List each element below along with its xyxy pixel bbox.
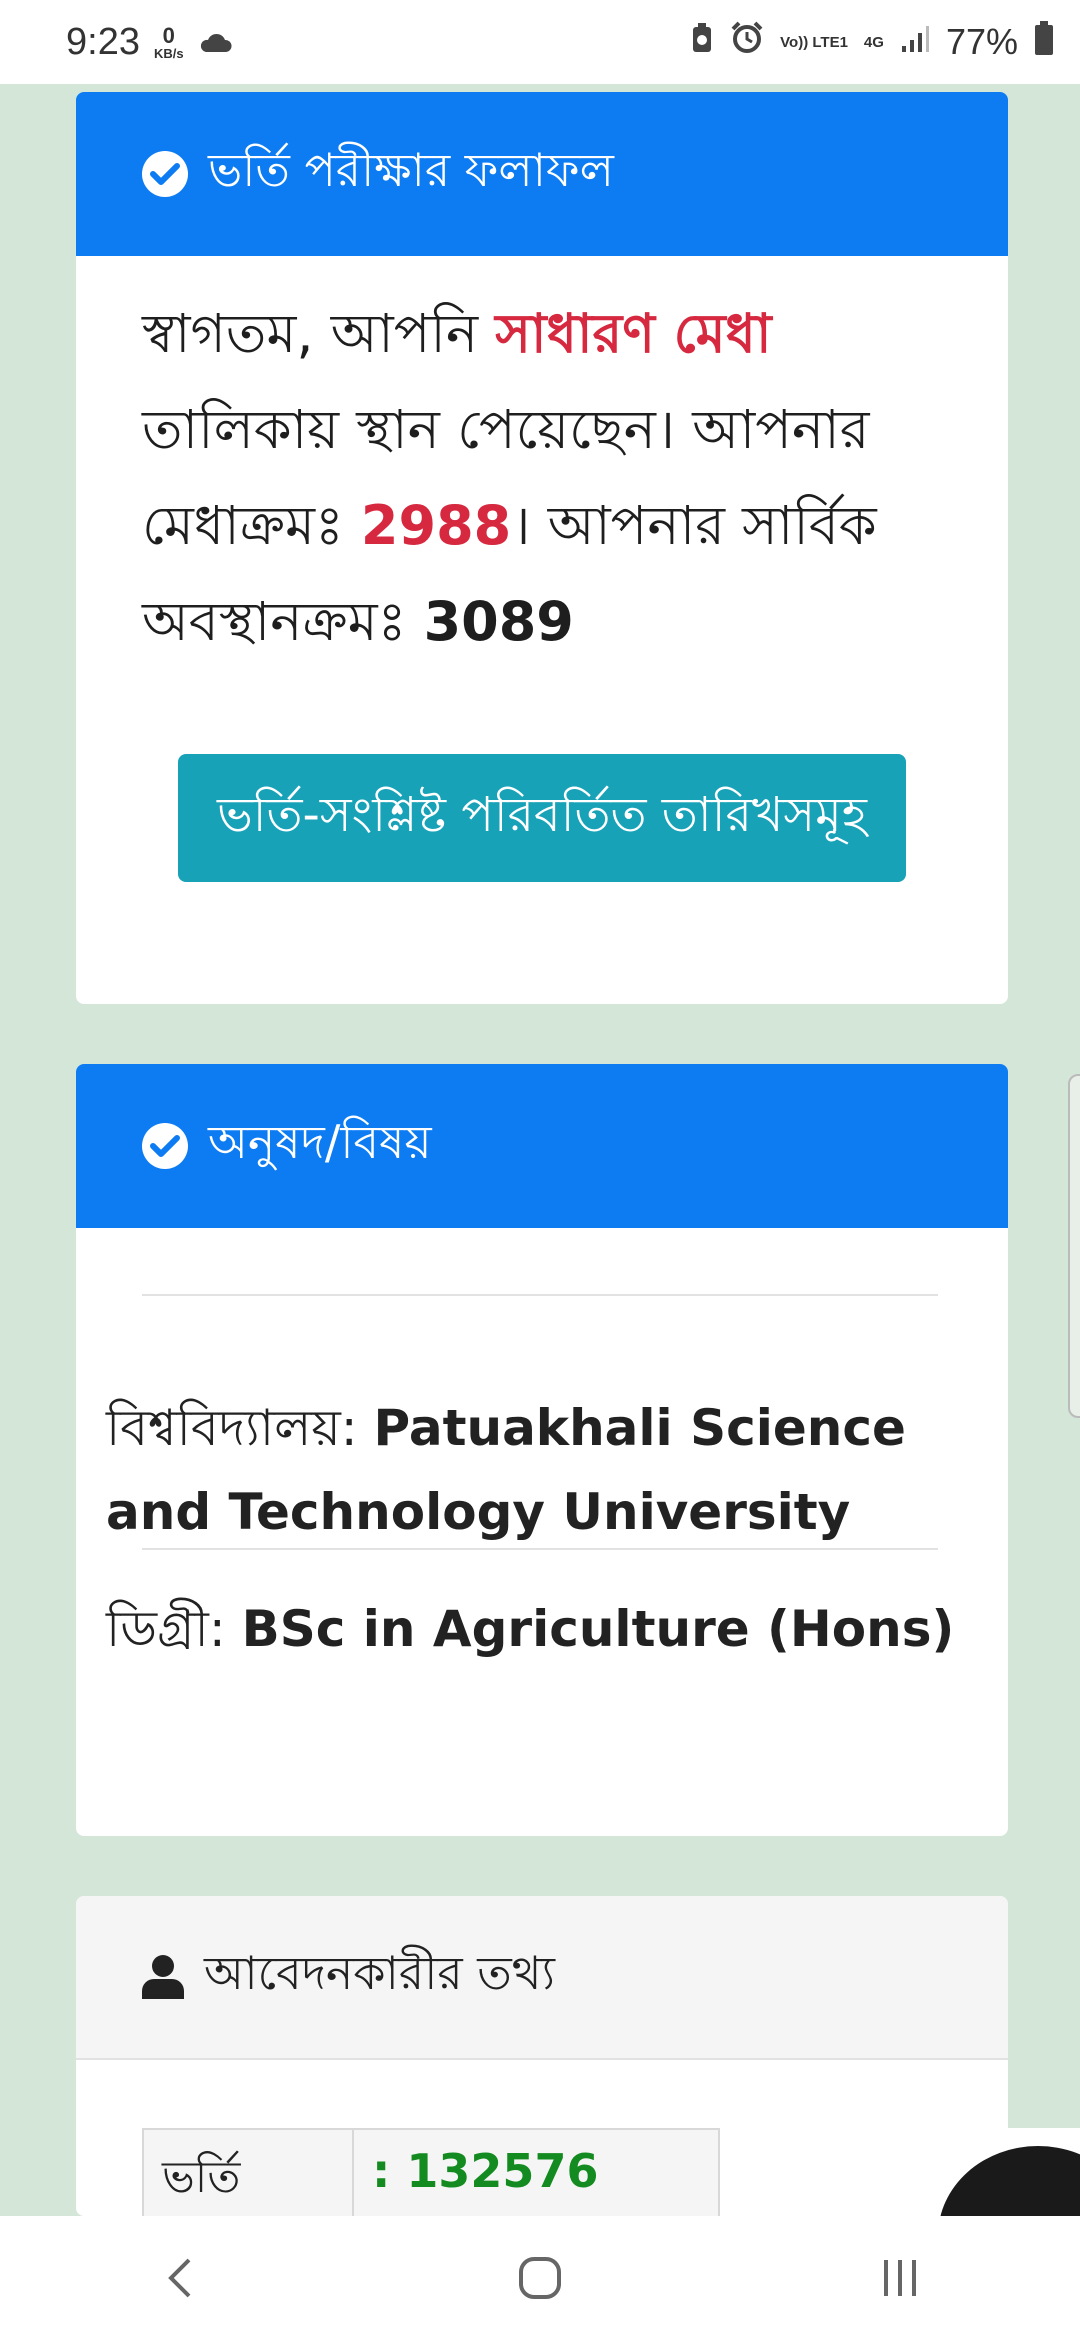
alarm-icon (730, 21, 764, 64)
result-card-header: ভর্তি পরীক্ষার ফলাফল (76, 92, 1008, 256)
home-button[interactable] (480, 2238, 600, 2318)
result-card-title: ভর্তি পরীক্ষার ফলাফল (208, 143, 614, 197)
check-circle-icon (142, 151, 188, 197)
subject-card-header: অনুষদ/বিষয় (76, 1064, 1008, 1228)
merit-rank: 2988 (360, 494, 512, 557)
subject-card-title: অনুষদ/বিষয় (208, 1115, 432, 1169)
check-circle-icon (142, 1123, 188, 1169)
university-label: বিশ্ববিদ্যালয়: (106, 1399, 374, 1457)
scroll-indicator[interactable] (1068, 1074, 1080, 1418)
signal-icon (900, 21, 930, 63)
status-bar: 9:23 0 KB/s Vo)) LTE1 4G 77% (0, 0, 1080, 84)
degree-info: ডিগ্রী: BSc in Agriculture (Hons) (106, 1592, 954, 1675)
university-info: বিশ্ববিদ্যালয়: Patuakhali Science and T… (106, 1386, 946, 1554)
volte-indicator: Vo)) LTE1 (780, 33, 848, 51)
cloud-icon (198, 21, 232, 64)
result-text-1: স্বাগতম, আপনি (142, 302, 496, 365)
result-message: স্বাগতম, আপনি সাধারণ মেধা তালিকায় স্থান… (76, 256, 1008, 670)
user-icon (142, 1955, 184, 1999)
row-value: : 132576 (372, 2144, 599, 2198)
battery-saver-icon (690, 21, 714, 63)
status-time: 9:23 (66, 20, 140, 63)
navigation-bar (0, 2216, 1080, 2340)
applicant-card-header: আবেদনকারীর তথ্য (76, 1896, 1008, 2060)
battery-percent: 77% (945, 21, 1018, 62)
degree-label: ডিগ্রী: (106, 1600, 242, 1658)
degree-value: BSc in Agriculture (Hons) (241, 1600, 955, 1658)
result-card: ভর্তি পরীক্ষার ফলাফল স্বাগতম, আপনি সাধার… (76, 92, 1008, 1004)
back-button[interactable] (120, 2238, 240, 2318)
applicant-photo (818, 2128, 1080, 2218)
row-label: ভর্তি (144, 2130, 354, 2216)
recent-apps-button[interactable] (840, 2238, 960, 2318)
divider (142, 1294, 938, 1296)
admission-dates-button[interactable]: ভর্তি-সংশ্লিষ্ট পরিবর্তিত তারিখসমূহ (178, 754, 906, 882)
merit-list-name: সাধারণ মেধা (495, 302, 772, 365)
net-speed-unit: KB/s (153, 45, 184, 61)
applicant-table-row: ভর্তি : 132576 (142, 2128, 720, 2216)
network-type: 4G (863, 33, 884, 51)
battery-icon (1034, 20, 1054, 64)
overall-position: 3089 (423, 590, 574, 653)
net-speed-value: 0 (162, 22, 175, 48)
net-speed: 0 KB/s (153, 22, 184, 61)
applicant-card-title: আবেদনকারীর তথ্য (204, 1946, 555, 2000)
